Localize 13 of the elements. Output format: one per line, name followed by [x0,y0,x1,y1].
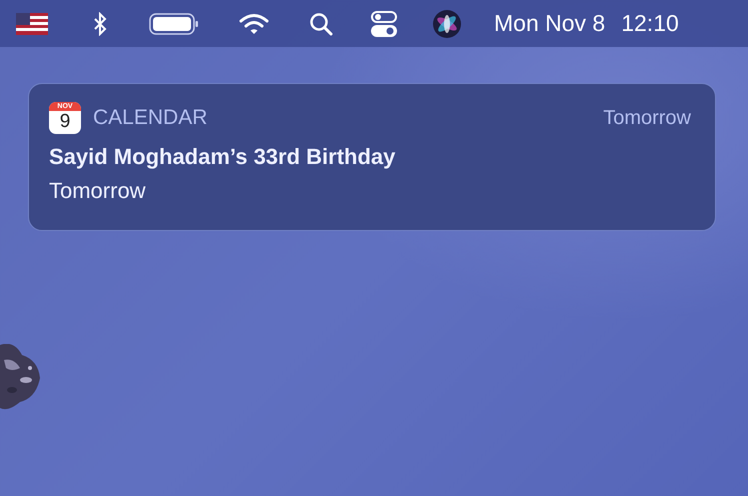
notification-time: Tomorrow [603,106,691,130]
wifi-icon[interactable] [239,12,269,34]
bluetooth-icon[interactable] [93,12,107,36]
battery-icon[interactable] [149,12,199,34]
menu-bar-date[interactable]: Mon Nov 8 [494,10,606,37]
siri-icon[interactable] [432,8,462,38]
notification-body: Tomorrow [49,178,147,204]
toggle-switches-icon[interactable] [371,10,397,36]
notification-title: Sayid Moghadam’s 33rd Birthday [49,144,396,170]
app-name: CALENDAR [93,106,208,130]
search-icon[interactable] [309,12,333,36]
flag-icon[interactable] [16,12,48,34]
menu-bar-time[interactable]: 12:10 [621,10,679,37]
